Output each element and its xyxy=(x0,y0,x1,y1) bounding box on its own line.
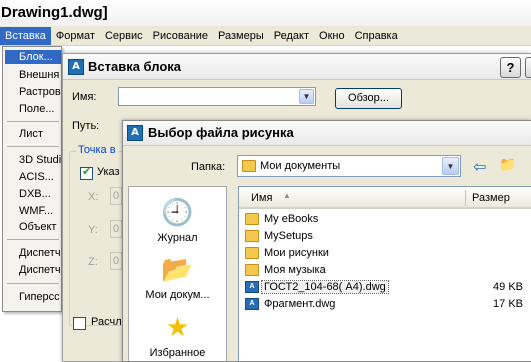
z-field[interactable]: 0 xyxy=(110,252,122,270)
autocad-app-icon: A xyxy=(127,125,143,141)
menu-insert[interactable]: Вставка xyxy=(0,26,51,45)
column-header-name[interactable]: Имя xyxy=(251,192,272,204)
place-label: Мои докум... xyxy=(145,289,210,301)
file-name: MySetups xyxy=(264,230,313,242)
menu-item-acis[interactable]: ACIS... xyxy=(19,170,54,184)
back-arrow-icon[interactable]: ⇦ xyxy=(473,157,486,177)
menu-item-manager-1[interactable]: Диспетч xyxy=(19,246,61,260)
menu-item-raster[interactable]: Растров xyxy=(19,85,61,99)
folder-combo[interactable]: Мои документы ▼ xyxy=(237,155,461,177)
insert-block-titlebar[interactable]: A Вставка блока ? xyxy=(63,54,531,80)
menu-item-block[interactable]: Блок... xyxy=(5,50,61,64)
folder-icon xyxy=(245,213,259,225)
block-name-combo[interactable]: ▼ xyxy=(118,87,316,106)
place-label: Избранное xyxy=(149,347,206,359)
insert-block-title: Вставка блока xyxy=(88,59,182,74)
menu-tools[interactable]: Сервис xyxy=(100,27,148,45)
my-documents-icon: 📂 xyxy=(161,254,194,284)
chevron-down-icon[interactable]: ▼ xyxy=(299,89,314,104)
history-icon: 🕘 xyxy=(161,197,194,227)
specify-on-screen-checkbox[interactable] xyxy=(80,165,93,180)
select-file-dialog: A Выбор файла рисунка Папка: Мои докумен… xyxy=(122,120,531,362)
dwg-file-icon: A xyxy=(245,281,259,293)
insert-dropdown-menu: Блок... Внешня Растров Поле... Лист 3D S… xyxy=(2,46,62,312)
menu-window[interactable]: Окно xyxy=(314,27,350,45)
dwg-file-icon: A xyxy=(245,298,259,310)
list-item-selected[interactable]: A ГОСТ2_104-68( А4).dwg 49 KB xyxy=(241,280,531,296)
explode-checkbox[interactable] xyxy=(73,317,86,330)
folder-label: Папка: xyxy=(191,161,226,173)
places-bar: 🕘 Журнал 📂 Мои докум... ★ Избранное xyxy=(128,186,227,361)
list-item[interactable]: Мои рисунки xyxy=(241,246,531,262)
column-divider[interactable] xyxy=(465,190,466,206)
list-item[interactable]: A Фрагмент.dwg 17 KB xyxy=(241,297,531,313)
menubar: Вставка Формат Сервис Рисование Размеры … xyxy=(0,26,531,46)
select-file-titlebar[interactable]: A Выбор файла рисунка xyxy=(123,121,531,146)
folder-icon xyxy=(245,264,259,276)
file-name: Моя музыка xyxy=(264,264,326,276)
autocad-app-icon: A xyxy=(68,59,84,75)
folder-value: Мои документы xyxy=(260,160,341,172)
menu-item-field[interactable]: Поле... xyxy=(19,102,55,116)
z-label: Z: xyxy=(88,256,98,268)
menu-item-3dstudio[interactable]: 3D Studi xyxy=(19,153,61,167)
place-favorites[interactable]: ★ Избранное xyxy=(129,312,226,359)
specify-on-screen-label: Указ xyxy=(97,166,120,178)
list-item[interactable]: Моя музыка xyxy=(241,263,531,279)
file-name: My eBooks xyxy=(264,213,319,225)
menu-modify[interactable]: Редакт xyxy=(269,27,314,45)
close-button[interactable] xyxy=(525,57,531,78)
menu-separator xyxy=(7,146,59,147)
file-name: ГОСТ2_104-68( А4).dwg xyxy=(261,280,389,294)
list-item[interactable]: MySetups xyxy=(241,229,531,245)
x-field[interactable]: 0 xyxy=(110,187,122,205)
place-label: Журнал xyxy=(157,232,198,244)
help-button[interactable]: ? xyxy=(500,57,521,78)
up-folder-icon[interactable]: 📁 xyxy=(499,156,516,173)
path-label: Путь: xyxy=(72,120,100,132)
menu-help[interactable]: Справка xyxy=(350,27,403,45)
menu-draw[interactable]: Рисование xyxy=(148,27,213,45)
y-field[interactable]: 0 xyxy=(110,220,122,238)
favorites-star-icon: ★ xyxy=(165,312,190,342)
menu-item-xref[interactable]: Внешня xyxy=(19,68,59,82)
file-name: Фрагмент.dwg xyxy=(264,298,336,310)
menu-separator xyxy=(7,239,59,240)
menu-item-manager-2[interactable]: Диспетч xyxy=(19,263,61,277)
place-history[interactable]: 🕘 Журнал xyxy=(129,197,226,244)
column-header-size[interactable]: Размер xyxy=(472,192,510,204)
list-item[interactable]: My eBooks xyxy=(241,212,531,228)
sort-ascending-icon: ▲ xyxy=(283,191,291,200)
file-size: 17 KB xyxy=(493,298,523,310)
menu-separator xyxy=(7,283,59,284)
select-file-title: Выбор файла рисунка xyxy=(148,125,294,140)
insertion-point-legend: Точка в xyxy=(76,144,118,156)
list-header: Имя ▲ Размер xyxy=(239,187,531,209)
menu-item-wmf[interactable]: WMF... xyxy=(19,204,53,218)
y-label: Y: xyxy=(88,224,98,236)
browse-button[interactable]: Обзор... xyxy=(335,88,402,109)
menu-item-layout[interactable]: Лист xyxy=(19,127,43,141)
file-size: 49 KB xyxy=(493,281,523,293)
menu-separator xyxy=(7,121,59,122)
place-my-documents[interactable]: 📂 Мои докум... xyxy=(129,254,226,301)
folder-icon xyxy=(245,230,259,242)
menu-item-dxb[interactable]: DXB... xyxy=(19,187,51,201)
folder-icon xyxy=(242,160,256,172)
menu-item-hyperlink[interactable]: Гиперсс xyxy=(19,290,60,304)
file-name: Мои рисунки xyxy=(264,247,329,259)
name-label: Имя: xyxy=(72,91,97,103)
folder-icon xyxy=(245,247,259,259)
menu-format[interactable]: Формат xyxy=(51,27,100,45)
file-list[interactable]: Имя ▲ Размер My eBooks MySetups Мои рису… xyxy=(238,186,531,361)
chevron-down-icon[interactable]: ▼ xyxy=(442,157,459,175)
app-title: Drawing1.dwg] xyxy=(0,0,531,26)
x-label: X: xyxy=(88,191,99,203)
menu-dimensions[interactable]: Размеры xyxy=(213,27,269,45)
menu-item-object[interactable]: Объект xyxy=(19,220,56,234)
